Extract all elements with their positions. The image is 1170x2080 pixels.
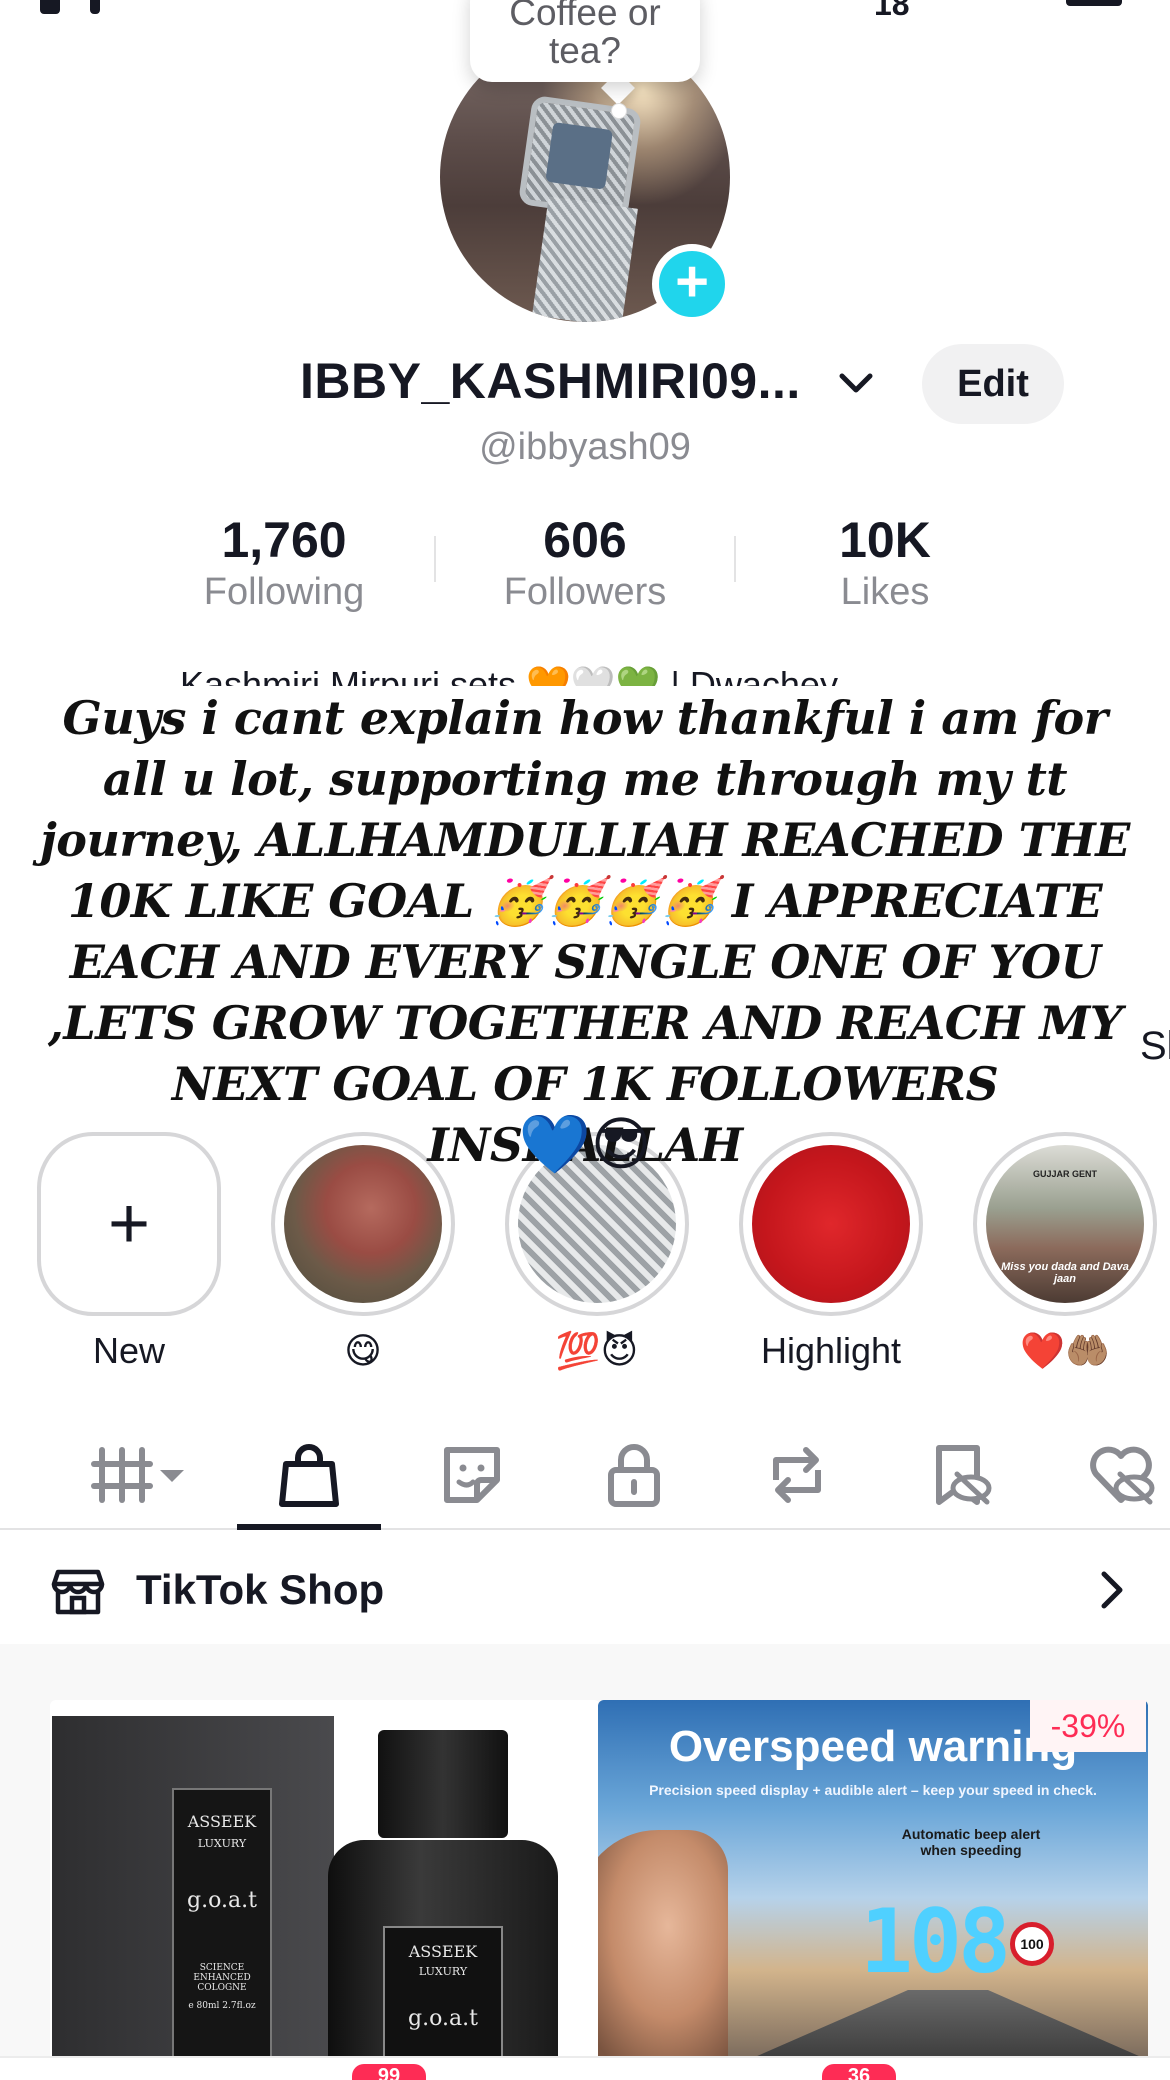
product-size: e 80ml 2.7fl.oz [188,2001,256,2011]
highlight-label: Highlight [760,1330,902,1371]
status-bar-fragment-left2 [90,0,100,14]
product-bottle-label: ASSEEK LUXURY g.o.a.t [383,1926,503,2060]
lock-icon [608,1444,660,1507]
stat-likes-value: 10K [839,512,931,568]
product-bottle-cap [378,1730,508,1838]
product-speed-display: 108 [860,1890,1011,1993]
product-card[interactable]: Overspeed warning Precision speed displa… [598,1700,1148,2060]
shop-title[interactable]: TikTok Shop [136,1566,384,1614]
side-text-fragment: Sl [1140,1024,1170,1068]
liked-hidden-icon [1090,1446,1155,1505]
text-overlay: Guys i cant explain how thankful i am fo… [40,691,1130,1172]
text-overlay-emoji: 💙😎 [518,1112,652,1177]
product-box-text: SCIENCE ENHANCED COLOGNE [193,1963,251,1993]
product-alert-note: Automatic beep alert when speeding [901,1826,1041,1858]
tab-reposts[interactable] [762,1440,832,1510]
stat-likes[interactable]: 10K Likes [735,510,1035,614]
stat-followers[interactable]: 606 Followers [435,510,735,614]
stat-followers-value: 606 [543,512,627,568]
highlight-caption-bottom: Miss you dada and Dava jaan [1001,1261,1129,1285]
tab-stickers[interactable] [437,1440,507,1510]
product-brand: ASSEEK [187,1812,257,1831]
repost-icon [773,1447,821,1503]
bottom-nav-fragment [0,2056,1170,2080]
product-brand-sub: LUXURY [197,1837,247,1850]
stat-following[interactable]: 1,760 Following [134,510,434,614]
note-bubble[interactable]: Coffee or tea? [470,0,700,82]
shop-bag-icon [279,1444,339,1507]
discount-badge: -39% [1030,1700,1146,1752]
stat-followers-label: Followers [503,571,667,613]
highlight-label: New [92,1330,166,1371]
active-tab-indicator [237,1524,381,1530]
status-bar-fragment-left [40,0,60,14]
product-brand: ASSEEK [408,1942,478,1961]
stat-following-label: Following [203,571,365,613]
tab-favorites[interactable] [925,1440,995,1510]
avatar-watch-band [532,196,638,322]
stat-following-value: 1,760 [221,512,347,568]
highlight-label: ❤️🤲🏽 [1020,1330,1110,1371]
chevron-right-icon[interactable] [1092,1568,1132,1612]
videos-grid-icon [91,1447,184,1503]
product-road-image [748,1990,1148,2060]
profile-handle: @ibbyash09 [479,426,691,468]
product-subline: Precision speed display + audible alert … [649,1782,1097,1798]
edit-profile-button[interactable]: Edit [922,344,1064,424]
tab-videos[interactable] [90,1440,200,1510]
sticker-icon [444,1447,500,1503]
note-bubble-line1: Coffee or [509,0,661,33]
product-card[interactable]: ASSEEK LUXURY g.o.a.t SCIENCE ENHANCED C… [50,1700,600,2060]
bubble-dot [612,104,626,118]
profile-display-name[interactable]: IBBY_KASHMIRI09... [300,352,801,410]
add-story-plus-icon[interactable]: + [652,244,732,324]
product-box-label: ASSEEK LUXURY g.o.a.t SCIENCE ENHANCED C… [172,1788,272,2058]
plus-icon: + [107,1184,151,1264]
favorites-hidden-icon [936,1445,992,1505]
tab-private[interactable] [599,1440,669,1510]
tab-shop[interactable] [274,1440,344,1510]
highlight-label: 💯😈 [555,1330,639,1371]
notification-badge: 36 [822,2064,896,2080]
inbox-badge: 99 [352,2064,426,2080]
product-name: g.o.a.t [187,1888,257,1913]
status-bar-count: 18 [874,0,910,22]
chevron-down-icon[interactable] [836,364,876,404]
product-brand-sub: LUXURY [418,1965,468,1978]
note-bubble-line2: tea? [548,30,621,71]
store-icon [51,1569,105,1615]
speed-limit-sign: 100 [1010,1922,1054,1966]
tab-liked[interactable] [1086,1440,1156,1510]
stat-likes-label: Likes [840,571,930,613]
product-driver-image [598,1830,728,2060]
product-name: g.o.a.t [408,2006,478,2031]
highlight-label: 😋 [344,1330,382,1371]
status-bar-fragment-right [1066,0,1122,6]
profile-tabs [0,1420,1170,1530]
